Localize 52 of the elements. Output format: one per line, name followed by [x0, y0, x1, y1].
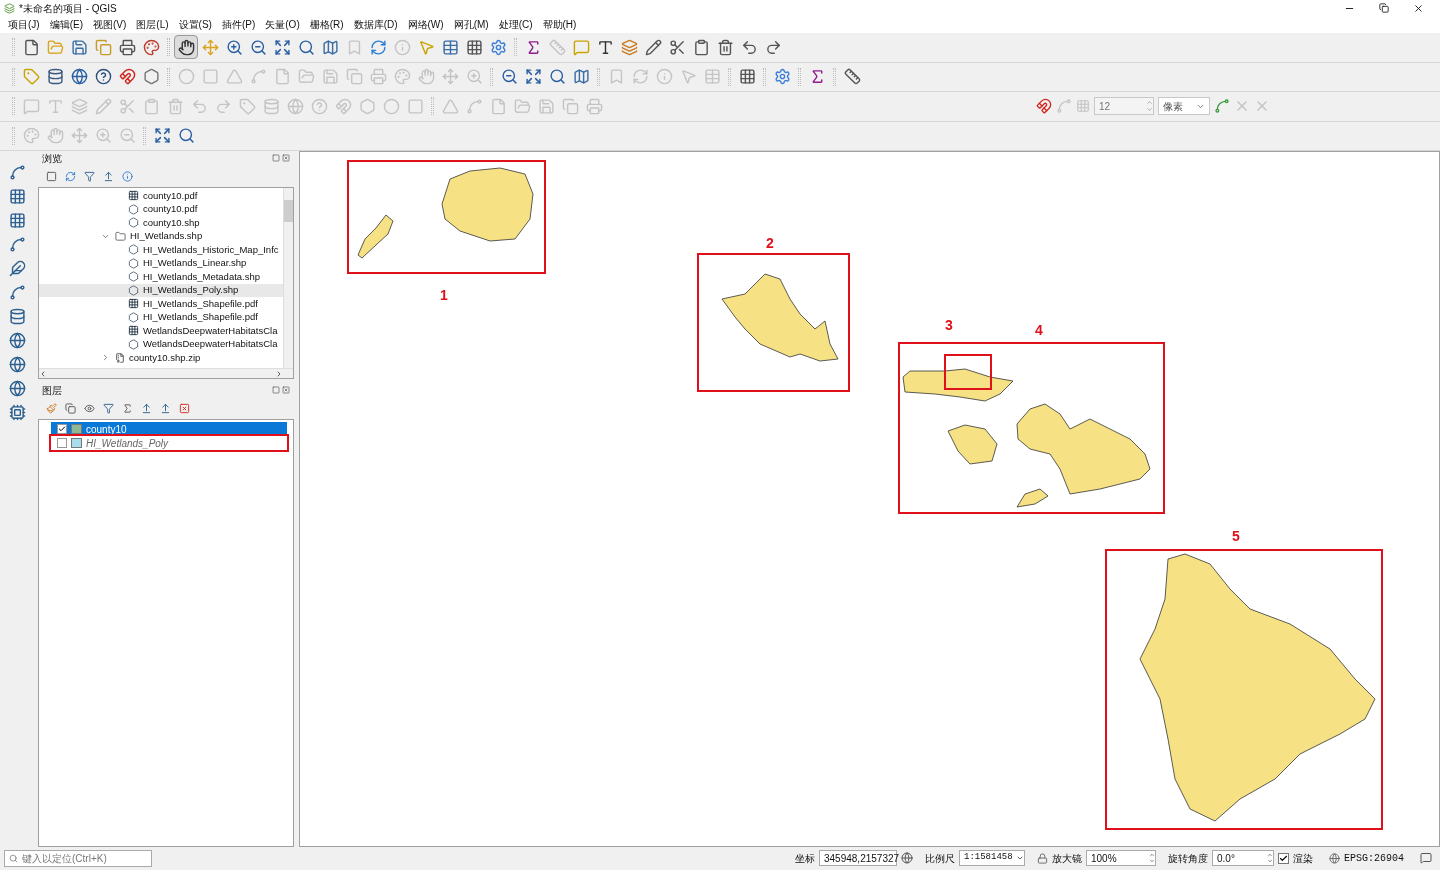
tree-item[interactable]: county10.pdf	[39, 202, 283, 216]
menu-item[interactable]: 网孔(M)	[453, 17, 489, 32]
tree-item[interactable]: HI_Wetlands.shp	[39, 229, 283, 243]
annotation-number: 3	[945, 317, 953, 333]
layer-row[interactable]: HI_Wetlands_Poly	[51, 436, 287, 450]
rotation-label: 旋转角度	[1168, 851, 1208, 866]
menu-item[interactable]: 矢量(O)	[265, 17, 300, 32]
panel-title: 浏览	[42, 151, 62, 166]
menu-item[interactable]: 网络(W)	[407, 17, 444, 32]
scale-dropdown[interactable]: 1:1581458	[959, 850, 1025, 866]
tree-item[interactable]: HI_Wetlands_Shapefile.pdf	[39, 297, 283, 311]
coordinate-field[interactable]: 345948,2157327	[819, 850, 897, 866]
window-title: *未命名的项目 - QGIS	[19, 1, 117, 16]
menu-item[interactable]: 栅格(R)	[309, 17, 344, 32]
menu-item[interactable]: 编辑(E)	[49, 17, 83, 32]
annotation-number: 4	[1035, 322, 1043, 338]
locator-field[interactable]: 键入以定位(Ctrl+K)	[4, 849, 152, 867]
tree-item[interactable]: HI_Wetlands_Shapefile.pdf	[39, 310, 283, 324]
menu-item[interactable]: 设置(S)	[178, 17, 212, 32]
tolerance-field[interactable]: 12	[1094, 97, 1154, 116]
menu-item[interactable]: 帮助(H)	[542, 17, 577, 32]
rotation-field[interactable]: 0.0°	[1212, 850, 1274, 866]
tree-item[interactable]: WetlandsDeepwaterHabitatsCla	[39, 324, 283, 338]
menu-item[interactable]: 视图(V)	[93, 17, 127, 32]
menu-item[interactable]: 处理(C)	[498, 17, 533, 32]
unit-dropdown[interactable]: 像素	[1158, 97, 1210, 116]
annotation-number: 1	[440, 287, 448, 303]
tree-item[interactable]: county10.shp	[39, 216, 283, 230]
tree-item[interactable]: WetlandsDeepwaterHabitatsCla	[39, 337, 283, 351]
tree-item[interactable]: HI_Wetlands_Poly.shp	[39, 283, 283, 297]
map-canvas[interactable]: 1 2 3 4 5	[299, 151, 1440, 847]
menu-item[interactable]: 插件(P)	[221, 17, 256, 32]
tolerance-value: 12	[1099, 99, 1111, 114]
tree-item[interactable]: HI_Wetlands_Metadata.shp	[39, 270, 283, 284]
annotation-number: 5	[1232, 528, 1240, 544]
annotation-number: 2	[766, 235, 774, 251]
menu-item[interactable]: 图层(L)	[136, 17, 169, 32]
scale-label: 比例尺	[925, 851, 955, 866]
layer-name: county10	[86, 422, 127, 437]
tree-item[interactable]: HI_Wetlands_Linear.shp	[39, 256, 283, 270]
render-label: 渲染	[1293, 851, 1313, 866]
tree-item[interactable]: county10.pdf	[39, 189, 283, 203]
menu-item[interactable]: 数据库(D)	[353, 17, 398, 32]
tree-item[interactable]: county10.shp.zip	[39, 351, 283, 365]
crs-button[interactable]: EPSG:26904	[1344, 850, 1404, 866]
coordinate-label: 坐标	[795, 851, 815, 866]
tree-item[interactable]: HI_Wetlands_Historic_Map_Infc	[39, 243, 283, 257]
panel-title: 图层	[42, 383, 62, 398]
magnifier-label: 放大镜	[1052, 851, 1082, 866]
layer-name: HI_Wetlands_Poly	[86, 436, 169, 451]
magnifier-field[interactable]: 100%	[1086, 850, 1156, 866]
menu-item[interactable]: 项目(J)	[8, 17, 40, 32]
